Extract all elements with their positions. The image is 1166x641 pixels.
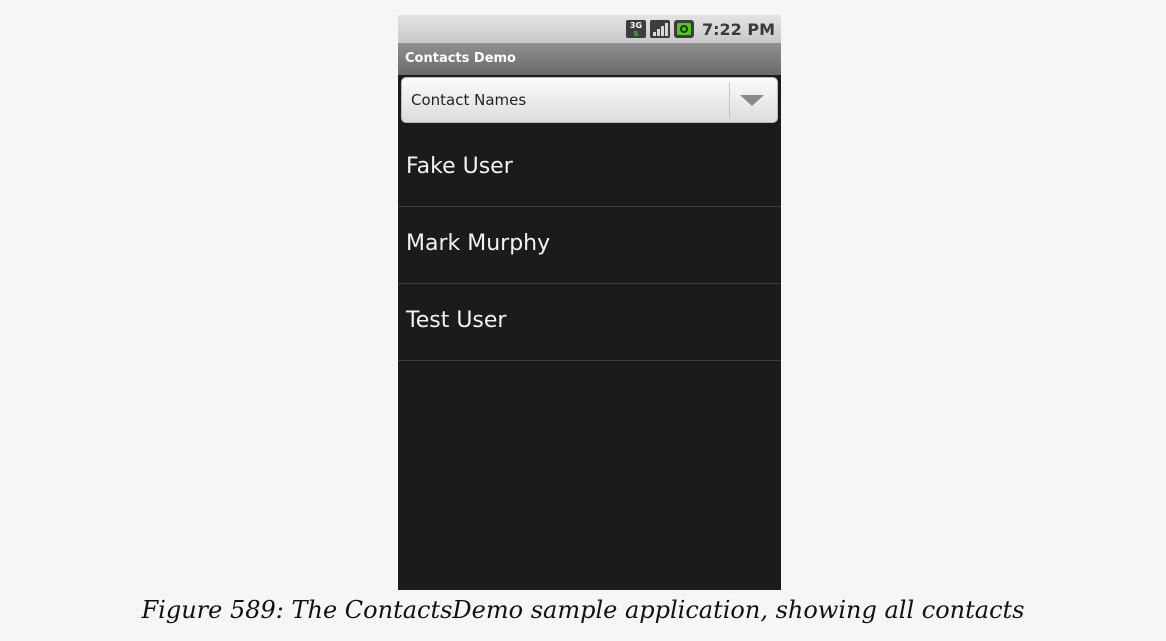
figure-caption: Figure 589: The ContactsDemo sample appl… <box>141 596 1025 624</box>
spinner-divider <box>729 82 730 118</box>
contact-type-spinner[interactable]: Contact Names <box>401 77 778 123</box>
status-icons: 3G ⇅ 7:22 PM <box>625 15 775 43</box>
contact-name: Fake User <box>406 154 513 179</box>
contact-name: Mark Murphy <box>406 231 551 256</box>
3g-data-icon: 3G ⇅ <box>625 20 646 38</box>
list-item[interactable]: Fake User <box>398 130 781 207</box>
list-item[interactable]: Test User <box>398 284 781 361</box>
list-item[interactable]: Mark Murphy <box>398 207 781 284</box>
battery-charging-icon <box>673 20 694 38</box>
status-time: 7:22 PM <box>701 19 775 39</box>
spinner-selected-value: Contact Names <box>411 91 527 109</box>
contacts-list: Fake User Mark Murphy Test User <box>398 130 781 361</box>
app-title-bar: Contacts Demo <box>398 43 781 75</box>
dropdown-arrow-icon <box>740 95 764 106</box>
contact-name: Test User <box>406 308 507 333</box>
app-title: Contacts Demo <box>405 51 516 66</box>
page: 3G⇅ 7:22 PM Contacts Demo Contact Names <box>0 0 1166 641</box>
phone-screen: 3G⇅ 7:22 PM Contacts Demo Contact Names <box>398 15 781 590</box>
signal-strength-icon <box>649 20 670 38</box>
status-bar: 3G ⇅ 7:22 PM <box>398 15 781 43</box>
